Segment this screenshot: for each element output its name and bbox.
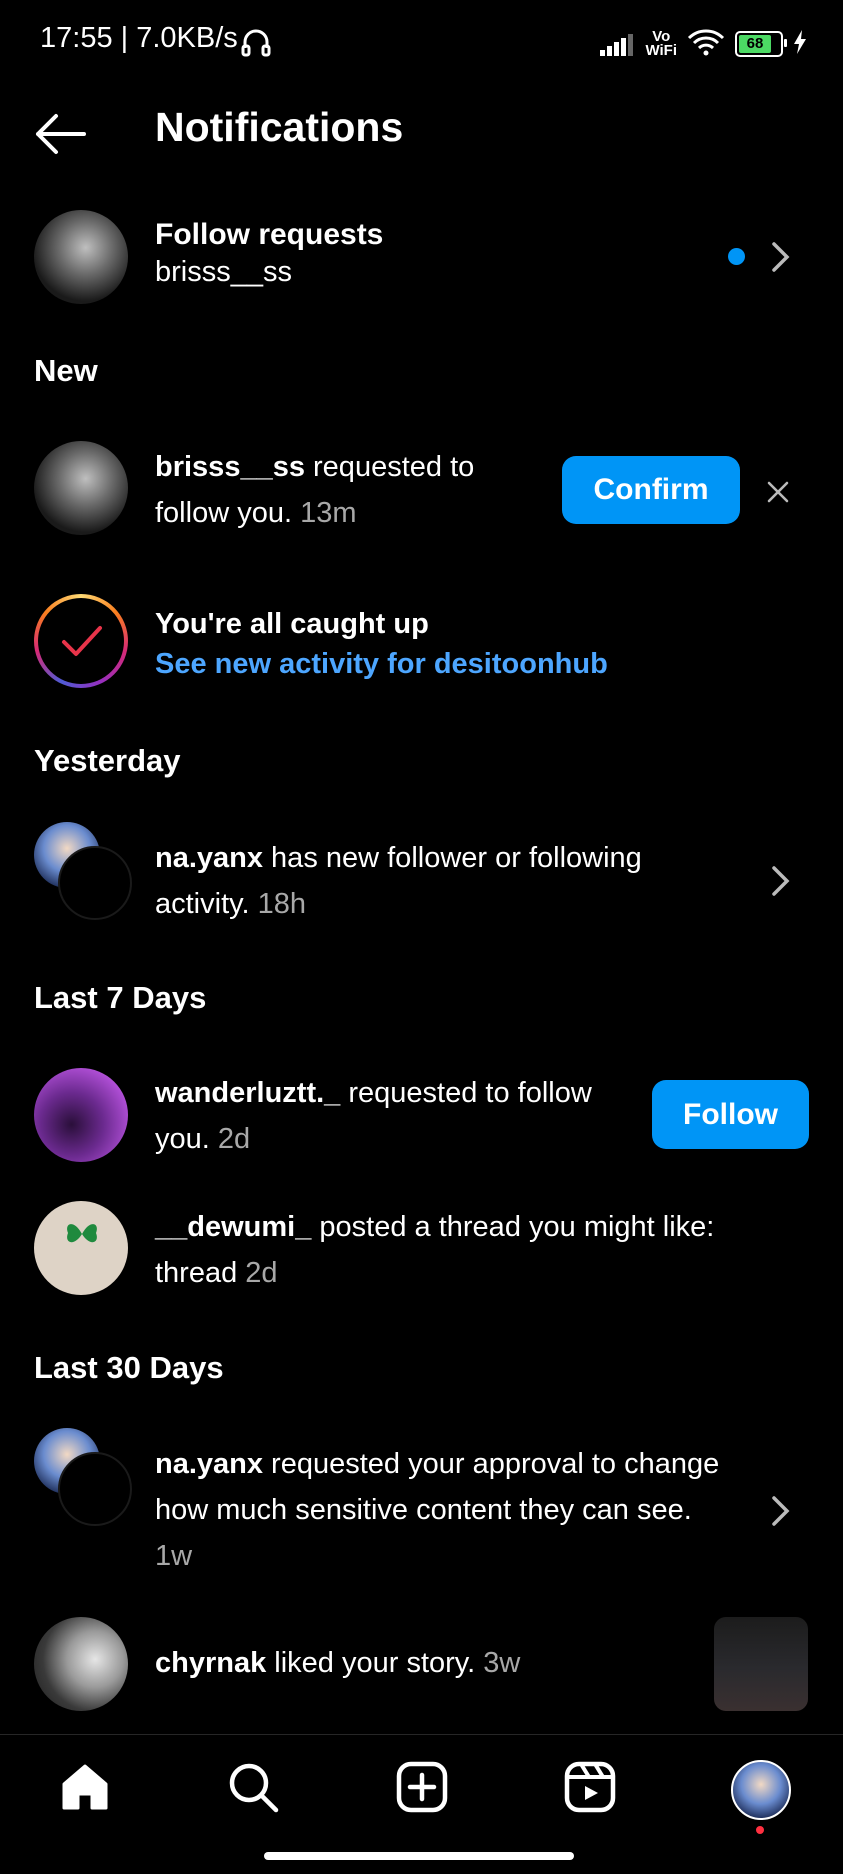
notification-text: __dewumi_ posted a thread you might like… xyxy=(155,1211,715,1289)
chevron-right-icon xyxy=(772,242,790,272)
section-yesterday: Yesterday xyxy=(34,743,181,778)
vowifi-label: Vo WiFi xyxy=(645,28,677,59)
status-icons: Vo WiFi 68 xyxy=(600,24,807,64)
avatar-stack xyxy=(34,822,134,922)
story-thumbnail[interactable] xyxy=(714,1617,808,1711)
see-new-activity-link[interactable]: See new activity for desitoonhub xyxy=(155,648,608,681)
follow-button[interactable]: Follow xyxy=(652,1080,809,1149)
notification-dot xyxy=(756,1826,764,1834)
notification-text: wanderluztt._ requested to follow you. 2… xyxy=(155,1077,592,1155)
butterfly-icon xyxy=(67,1224,97,1243)
battery-icon: 68 xyxy=(735,31,787,57)
search-icon[interactable] xyxy=(226,1760,280,1814)
status-time: 17:55 | 7.0KB/s xyxy=(40,22,238,54)
back-arrow-icon[interactable] xyxy=(34,112,86,156)
notification-text: brisss__ss requested to follow you. 13m xyxy=(155,451,475,529)
checkmark-ring-icon xyxy=(34,594,128,688)
section-last-30-days: Last 30 Days xyxy=(34,1350,224,1385)
home-indicator xyxy=(264,1852,574,1860)
notification-text: na.yanx requested your approval to chang… xyxy=(155,1448,720,1572)
close-icon[interactable] xyxy=(766,480,790,504)
avatar xyxy=(34,1068,128,1162)
avatar xyxy=(34,441,128,535)
home-icon[interactable] xyxy=(58,1760,112,1814)
follow-requests-subtitle: brisss__ss xyxy=(155,256,292,288)
section-last-7-days: Last 7 Days xyxy=(34,980,207,1015)
reels-icon[interactable] xyxy=(563,1760,617,1814)
wifi-icon xyxy=(687,28,725,61)
create-icon[interactable] xyxy=(395,1760,449,1814)
chevron-right-icon xyxy=(772,866,790,896)
section-new: New xyxy=(34,353,98,388)
avatar xyxy=(34,1201,128,1295)
headphone-icon xyxy=(240,26,272,63)
page-title: Notifications xyxy=(155,104,404,150)
signal-icon xyxy=(600,32,635,56)
avatar-stack xyxy=(34,1428,134,1528)
caught-up-title: You're all caught up xyxy=(155,608,429,640)
profile-avatar[interactable] xyxy=(731,1760,791,1820)
notification-text: na.yanx has new follower or following ac… xyxy=(155,842,642,920)
unread-dot xyxy=(728,248,745,265)
avatar xyxy=(34,210,128,304)
follow-requests-title: Follow requests xyxy=(155,218,384,251)
avatar xyxy=(34,1617,128,1711)
chevron-right-icon xyxy=(772,1496,790,1526)
confirm-button[interactable]: Confirm xyxy=(562,456,740,524)
charging-icon xyxy=(793,29,807,59)
notification-text: chyrnak liked your story. 3w xyxy=(155,1647,521,1679)
